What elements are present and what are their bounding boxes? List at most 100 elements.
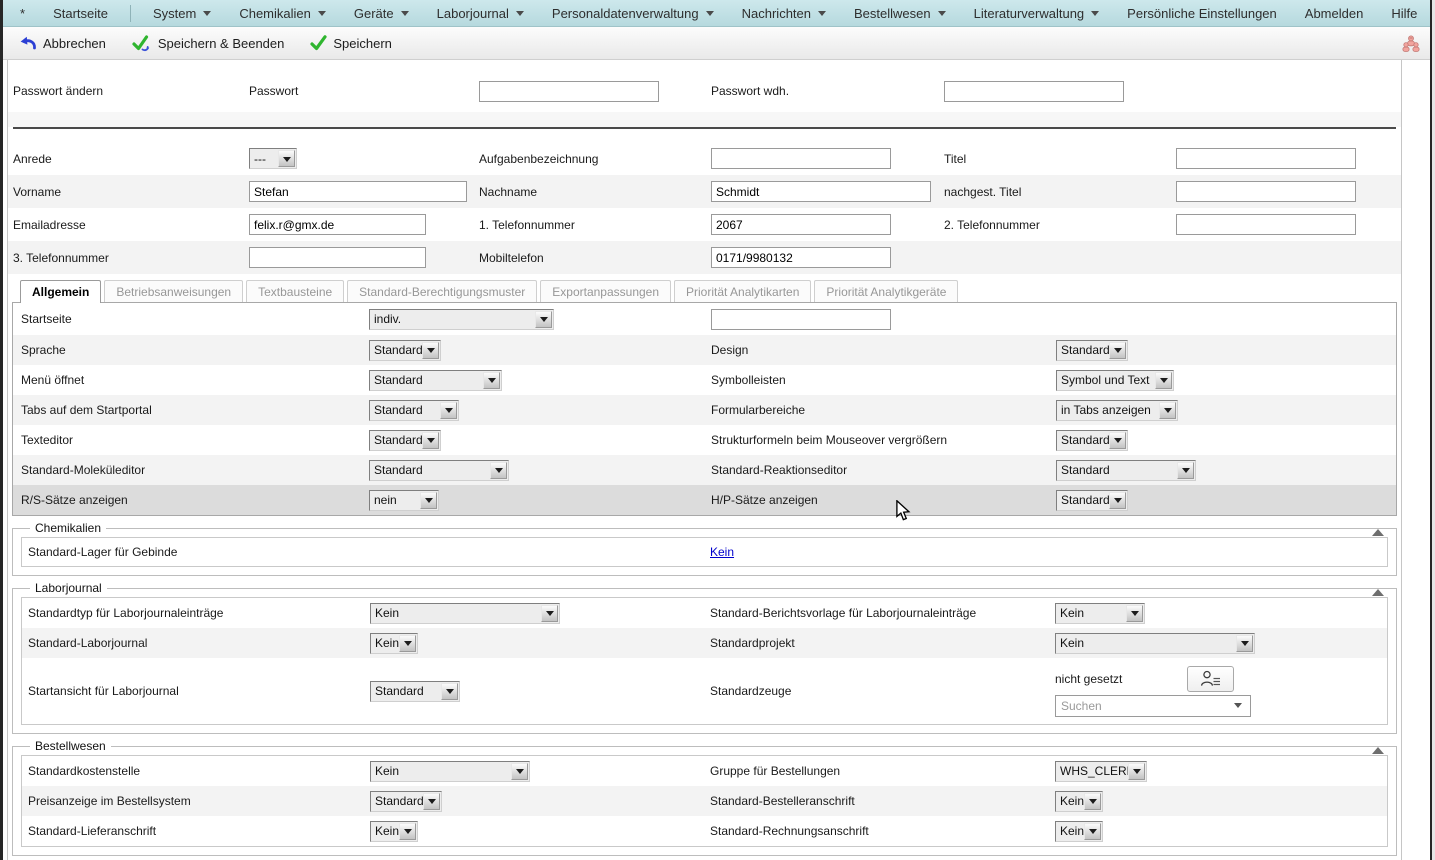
chevron-down-icon xyxy=(422,342,439,359)
password-input[interactable] xyxy=(479,81,659,102)
symbolleisten-select[interactable]: Symbol und Text xyxy=(1056,370,1174,391)
tab-standard-berechtigungsmuster[interactable]: Standard-Berechtigungsmuster xyxy=(347,280,537,302)
telefon2-label: 2. Telefonnummer xyxy=(944,218,1176,232)
nachgestellter-titel-input[interactable] xyxy=(1176,181,1356,202)
titel-input[interactable] xyxy=(1176,148,1356,169)
telefon2-input[interactable] xyxy=(1176,214,1356,235)
chevron-down-icon xyxy=(1091,11,1099,16)
startseite-select[interactable]: indiv. xyxy=(369,309,554,330)
standard-lager-link[interactable]: Kein xyxy=(710,545,1387,559)
rechnungsanschrift-select[interactable]: Kein xyxy=(1055,821,1103,842)
menu-item-hilfe[interactable]: Hilfe xyxy=(1391,6,1417,21)
lieferanschrift-select[interactable]: Kein xyxy=(370,821,418,842)
tab-betriebsanweisungen[interactable]: Betriebsanweisungen xyxy=(104,280,243,302)
cancel-button[interactable]: Abbrechen xyxy=(18,35,106,51)
standardzeuge-search-combobox[interactable]: Suchen xyxy=(1055,695,1251,717)
sprache-label: Sprache xyxy=(21,343,369,357)
menu-item-nachrichten[interactable]: Nachrichten xyxy=(742,6,826,21)
menu-item-home-star[interactable]: * xyxy=(20,6,25,21)
bestelleranschrift-label: Standard-Bestelleranschrift xyxy=(710,794,1055,808)
collapse-up-icon[interactable] xyxy=(1372,529,1384,536)
menu-item-system[interactable]: System xyxy=(153,6,211,21)
sprache-select[interactable]: Standard xyxy=(369,340,441,361)
strukturformeln-select[interactable]: Standard xyxy=(1056,430,1128,451)
chevron-down-icon xyxy=(1234,703,1242,712)
chevron-down-icon xyxy=(401,11,409,16)
save-and-exit-button[interactable]: Speichern & Beenden xyxy=(132,35,284,52)
startseite-indiv-input[interactable] xyxy=(711,309,891,330)
menu-item-personaldatenverwaltung[interactable]: Personaldatenverwaltung xyxy=(552,6,714,21)
bestelleranschrift-select[interactable]: Kein xyxy=(1055,791,1103,812)
bestellwesen-legend: Bestellwesen xyxy=(30,739,111,753)
save-button[interactable]: Speichern xyxy=(310,35,392,51)
design-select[interactable]: Standard xyxy=(1056,340,1128,361)
standardtyp-select[interactable]: Kein xyxy=(370,603,560,624)
tab-prioritaet-analytikgeraete[interactable]: Priorität Analytikgeräte xyxy=(814,280,958,302)
password-repeat-input[interactable] xyxy=(944,81,1124,102)
laborjournal-row-startansicht: Startansicht für Laborjournal Standard S… xyxy=(22,658,1387,724)
collapse-up-icon[interactable] xyxy=(1372,589,1384,596)
window-right-edge xyxy=(1430,0,1432,860)
menu-item-startseite[interactable]: Startseite xyxy=(53,6,108,21)
startansicht-select[interactable]: Standard xyxy=(370,681,460,702)
standardprojekt-select[interactable]: Kein xyxy=(1055,633,1255,654)
chevron-down-icon xyxy=(1155,372,1172,389)
chevron-down-icon xyxy=(1109,342,1126,359)
reaktionseditor-select[interactable]: Standard xyxy=(1056,460,1196,481)
lieferanschrift-label: Standard-Lieferanschrift xyxy=(28,824,370,838)
standardprojekt-label: Standardprojekt xyxy=(710,636,1055,650)
user-group-button[interactable] xyxy=(1401,34,1421,58)
menu-item-bestellwesen[interactable]: Bestellwesen xyxy=(854,6,946,21)
tab-exportanpassungen[interactable]: Exportanpassungen xyxy=(540,280,671,302)
menu-item-geraete[interactable]: Geräte xyxy=(354,6,409,21)
tab-allgemein[interactable]: Allgemein xyxy=(20,280,101,303)
aufgabenbezeichnung-input[interactable] xyxy=(711,148,891,169)
menu-item-abmelden[interactable]: Abmelden xyxy=(1305,6,1364,21)
select-person-button[interactable] xyxy=(1187,666,1234,692)
settings-row-sprache-design: Sprache Standard Design Standard xyxy=(13,335,1396,365)
gruppe-bestellungen-select[interactable]: WHS_CLERK xyxy=(1055,761,1147,782)
anrede-label: Anrede xyxy=(13,152,249,166)
bestellwesen-row-lieferanschrift: Standard-Lieferanschrift Kein Standard-R… xyxy=(22,816,1387,846)
undo-icon xyxy=(18,35,37,51)
menu-item-literaturverwaltung[interactable]: Literaturverwaltung xyxy=(974,6,1100,21)
formularbereiche-select[interactable]: in Tabs anzeigen xyxy=(1056,400,1178,421)
settings-row-saetze-anzeigen: R/S-Sätze anzeigen nein H/P-Sätze anzeig… xyxy=(13,485,1396,515)
settings-row-tabs-formularbereiche: Tabs auf dem Startportal Standard Formul… xyxy=(13,395,1396,425)
menu-item-chemikalien[interactable]: Chemikalien xyxy=(239,6,326,21)
chevron-down-icon xyxy=(203,11,211,16)
section-band xyxy=(8,112,1401,127)
settings-form: Passwort ändern Passwort Passwort wdh. A… xyxy=(7,60,1402,860)
berichtsvorlage-select[interactable]: Kein xyxy=(1055,603,1145,624)
chevron-down-icon xyxy=(399,823,416,840)
tabs-startportal-label: Tabs auf dem Startportal xyxy=(21,403,369,417)
texteditor-select[interactable]: Standard xyxy=(369,430,441,451)
mobiltelefon-input[interactable] xyxy=(711,247,891,268)
hp-saetze-select[interactable]: Standard xyxy=(1056,490,1128,511)
molekueleditor-select[interactable]: Standard xyxy=(369,460,509,481)
menu-item-persoenliche-einstellungen[interactable]: Persönliche Einstellungen xyxy=(1127,6,1277,21)
preisanzeige-select[interactable]: Standard xyxy=(370,791,442,812)
bestellwesen-row-preisanzeige: Preisanzeige im Bestellsystem Standard S… xyxy=(22,786,1387,816)
window-left-edge xyxy=(0,0,3,860)
telefon1-input[interactable] xyxy=(711,214,891,235)
collapse-up-icon[interactable] xyxy=(1372,747,1384,754)
chevron-down-icon xyxy=(483,372,500,389)
tab-textbausteine[interactable]: Textbausteine xyxy=(246,280,344,302)
telefon3-input[interactable] xyxy=(249,247,426,268)
menu-item-laborjournal[interactable]: Laborjournal xyxy=(437,6,524,21)
vorname-input[interactable] xyxy=(249,181,467,202)
password-row: Passwort ändern Passwort Passwort wdh. xyxy=(8,76,1401,106)
tabs-startportal-select[interactable]: Standard xyxy=(369,400,459,421)
menue-oeffnet-select[interactable]: Standard xyxy=(369,370,502,391)
symbolleisten-label: Symbolleisten xyxy=(711,373,1056,387)
anrede-select[interactable]: --- xyxy=(249,148,297,169)
email-input[interactable] xyxy=(249,214,426,235)
rs-saetze-select[interactable]: nein xyxy=(369,490,439,511)
nachname-input[interactable] xyxy=(711,181,931,202)
startseite-label: Startseite xyxy=(21,312,369,326)
standard-laborjournal-select[interactable]: Kein xyxy=(370,633,418,654)
laborjournal-fieldset: Laborjournal Standardtyp für Laborjourna… xyxy=(12,581,1397,734)
tab-prioritaet-analytikarten[interactable]: Priorität Analytikarten xyxy=(674,280,811,302)
standardkostenstelle-select[interactable]: Kein xyxy=(370,761,530,782)
